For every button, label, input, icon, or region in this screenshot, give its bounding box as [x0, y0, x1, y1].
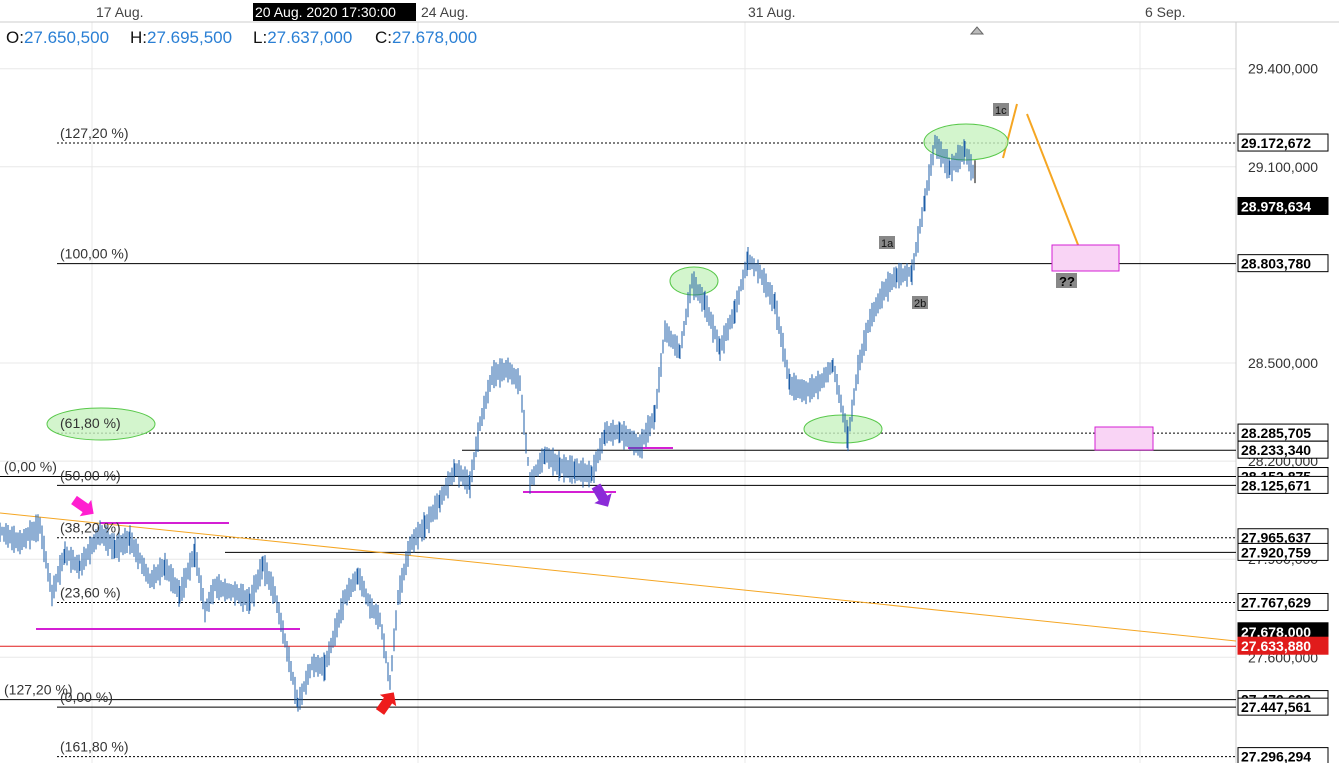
- price-label: 28.978,634: [1241, 198, 1311, 214]
- ohlc-open: O:27.650,500: [6, 28, 109, 48]
- price-label: 28.125,671: [1241, 477, 1311, 493]
- ohlc-high: H:27.695,500: [130, 28, 232, 48]
- ohlc-close: C:27.678,000: [375, 28, 477, 48]
- fib-level-label: (161,80 %): [60, 739, 128, 755]
- fib-level-label: (61,80 %): [60, 415, 121, 431]
- open-value: 27.650,500: [23, 28, 110, 47]
- date-tick: 31 Aug.: [748, 4, 796, 20]
- fib-level-label: (0,00 %): [60, 689, 113, 705]
- high-key: H:: [130, 28, 147, 47]
- fib-level-label: (0,00 %): [4, 459, 57, 475]
- price-label: 27.633,880: [1241, 638, 1311, 654]
- wave-label: 1a: [881, 238, 894, 250]
- date-tick: 24 Aug.: [421, 4, 469, 20]
- price-label: 27.920,759: [1241, 544, 1311, 560]
- wave-label: ??: [1059, 274, 1075, 289]
- close-value: 27.678,000: [392, 28, 478, 47]
- price-label: 28.233,340: [1241, 442, 1311, 458]
- close-key: C:: [375, 28, 392, 47]
- fib-level-label: (100,00 %): [60, 246, 128, 262]
- high-value: 27.695,500: [147, 28, 233, 47]
- low-key: L:: [253, 28, 268, 47]
- fib-level-label: (127,20 %): [60, 125, 128, 141]
- date-tick: 6 Sep.: [1145, 4, 1185, 20]
- price-tick: 28.500,000: [1248, 355, 1318, 371]
- price-tick: 29.400,000: [1248, 61, 1318, 77]
- open-key: O:: [6, 28, 24, 47]
- target-zone-lower: [1094, 426, 1154, 451]
- wave-label: 1c: [995, 105, 1007, 117]
- target-zone-upper: [1051, 244, 1120, 272]
- price-label: 29.172,672: [1241, 135, 1311, 151]
- date-tick: 17 Aug.: [96, 4, 144, 20]
- fib-level-label: (38,20 %): [60, 520, 121, 536]
- fib-level-label: (23,60 %): [60, 584, 121, 600]
- price-label: 27.767,629: [1241, 594, 1311, 610]
- chart-canvas[interactable]: 1c 1a 2b?? (127,20 %) (100,00 %) (61,80 %) (0…: [0, 0, 1339, 763]
- low-value: 27.637,000: [267, 28, 353, 47]
- price-label: 27.296,294: [1241, 749, 1311, 763]
- price-label: 27.447,561: [1241, 699, 1311, 715]
- ohlc-low: L:27.637,000: [253, 28, 352, 48]
- crosshair-date: 20 Aug. 2020 17:30:00: [255, 4, 396, 20]
- price-label: 28.803,780: [1241, 256, 1311, 272]
- fib-level-label: (50,00 %): [60, 467, 121, 483]
- wave-label: 2b: [914, 298, 926, 310]
- price-label: 28.285,705: [1241, 425, 1311, 441]
- price-tick: 29.100,000: [1248, 159, 1318, 175]
